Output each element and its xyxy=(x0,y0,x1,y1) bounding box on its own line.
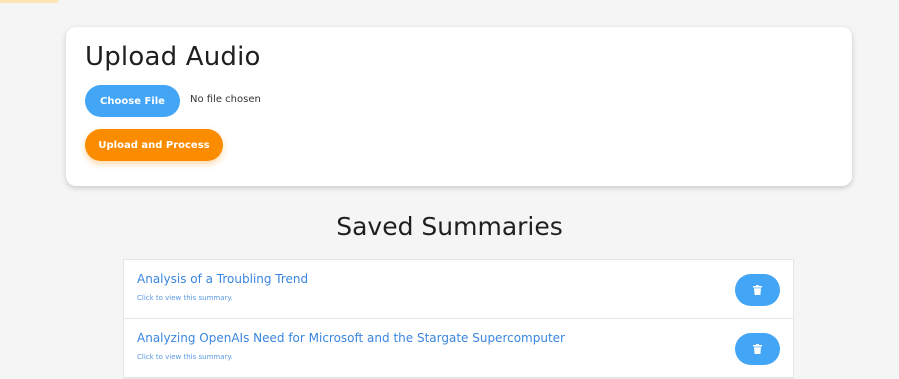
upload-and-process-button[interactable]: Upload and Process xyxy=(85,129,223,161)
file-status-text: No file chosen xyxy=(190,94,261,105)
summary-list: Analysis of a Troubling Trend Click to v… xyxy=(123,259,794,379)
trash-icon xyxy=(753,285,762,295)
summary-title[interactable]: Analyzing OpenAIs Need for Microsoft and… xyxy=(137,331,565,345)
summary-item[interactable]: Analysis of a Troubling Trend Click to v… xyxy=(124,260,793,319)
delete-summary-button[interactable] xyxy=(735,333,780,365)
upload-audio-card: Upload Audio Choose File No file chosen … xyxy=(66,27,852,186)
upload-title: Upload Audio xyxy=(85,42,261,72)
top-accent-bar xyxy=(0,0,58,3)
trash-icon xyxy=(753,344,762,354)
choose-file-button[interactable]: Choose File xyxy=(85,85,180,117)
delete-summary-button[interactable] xyxy=(735,274,780,306)
saved-summaries-heading: Saved Summaries xyxy=(336,212,563,241)
summary-title[interactable]: Analysis of a Troubling Trend xyxy=(137,272,308,286)
summary-item[interactable]: Analyzing OpenAIs Need for Microsoft and… xyxy=(124,319,793,378)
summary-subtitle: Click to view this summary. xyxy=(137,294,233,302)
summary-subtitle: Click to view this summary. xyxy=(137,353,233,361)
